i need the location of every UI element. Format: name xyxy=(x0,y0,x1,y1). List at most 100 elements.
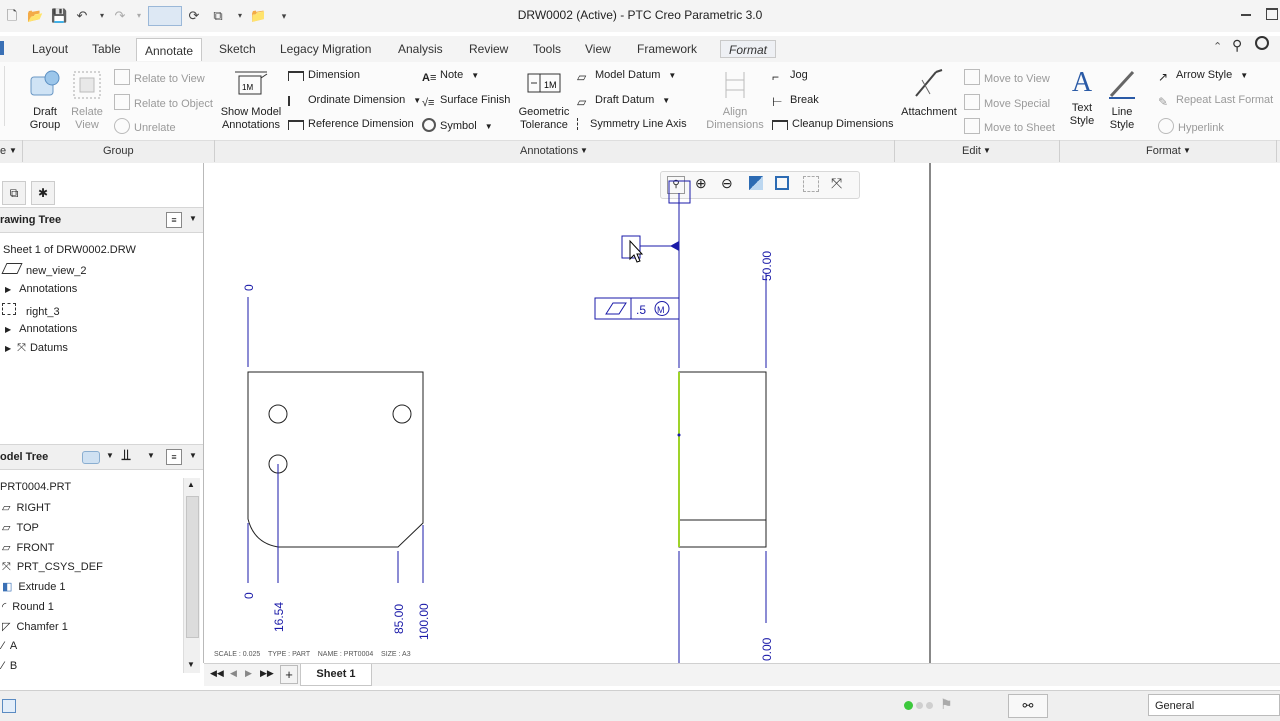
tab-table[interactable]: Table xyxy=(92,42,121,56)
dim-text-85[interactable]: 85.00 xyxy=(392,604,406,634)
tree-filter-icon[interactable]: ⫫ xyxy=(122,447,130,464)
next-sheet-icon[interactable]: ▶ xyxy=(245,668,252,679)
relate-view-button[interactable]: Relate View xyxy=(68,68,106,132)
add-sheet-icon[interactable]: + xyxy=(280,665,298,684)
model-tree-item[interactable]: ⁄ A xyxy=(0,640,17,652)
tab-analysis[interactable]: Analysis xyxy=(398,42,443,56)
repeat-last-format-button[interactable]: ✎ Repeat Last Format xyxy=(1158,94,1273,109)
model-tree-item[interactable]: ◸ Chamfer 1 xyxy=(0,620,68,633)
model-tree-item[interactable]: ▱ TOP xyxy=(0,521,39,534)
tree-settings-icon[interactable]: ≡ xyxy=(166,449,182,465)
annotations-dropdown-icon[interactable]: ▼ xyxy=(580,146,588,155)
flag-icon[interactable]: ⚑ xyxy=(940,696,953,713)
dim-text-top-left[interactable]: 0 xyxy=(242,284,256,291)
symbol-dropdown-icon[interactable]: ▼ xyxy=(485,122,493,131)
group-format-label[interactable]: Format xyxy=(1146,145,1181,157)
text-style-button[interactable]: A Text Style xyxy=(1064,66,1100,128)
move-to-view-button[interactable]: Move to View xyxy=(964,69,1050,85)
group-annotations-label[interactable]: Annotations xyxy=(520,145,578,157)
tab-sketch[interactable]: Sketch xyxy=(219,42,256,56)
model-datum-dropdown-icon[interactable]: ▼ xyxy=(668,71,676,80)
format-dropdown-icon[interactable]: ▼ xyxy=(1183,146,1191,155)
note-button[interactable]: A≡ Note ▼ xyxy=(422,69,479,86)
tree-filter-dropdown-icon[interactable]: ▼ xyxy=(147,451,155,460)
scroll-down-icon[interactable]: ▼ xyxy=(187,660,195,669)
tab-review[interactable]: Review xyxy=(469,42,508,56)
expand-arrow-icon[interactable]: ▶ xyxy=(5,325,11,334)
front-view[interactable] xyxy=(247,371,424,548)
expand-arrow-icon[interactable]: ▶ xyxy=(5,285,11,294)
show-model-annotations-button[interactable]: 1M Show Model Annotations xyxy=(220,68,282,132)
dim-text-16-54[interactable]: 16.54 xyxy=(272,602,286,632)
prev-sheet-icon[interactable]: ◀ xyxy=(230,668,237,679)
dim-text-100[interactable]: 100.00 xyxy=(417,603,431,640)
attachment-button[interactable]: Attachment xyxy=(900,66,958,119)
tree-item-annotations[interactable]: ▶ Annotations xyxy=(5,283,77,295)
note-dropdown-icon[interactable]: ▼ xyxy=(471,71,479,80)
relate-to-view-button[interactable]: Relate to View xyxy=(114,69,205,85)
edit-dropdown-icon[interactable]: ▼ xyxy=(983,146,991,155)
arrow-style-dropdown-icon[interactable]: ▼ xyxy=(1240,71,1248,80)
tab-annotate[interactable]: Annotate xyxy=(136,38,203,61)
scroll-up-icon[interactable]: ▲ xyxy=(187,480,195,489)
ordinate-dimension-dropdown-icon[interactable]: ▼ xyxy=(413,96,421,105)
align-dimensions-button[interactable]: Align Dimensions xyxy=(704,68,766,132)
scrollbar-thumb[interactable] xyxy=(186,496,199,638)
symbol-button[interactable]: Symbol ▼ xyxy=(422,118,493,132)
collapse-ribbon-icon[interactable]: ⌃ xyxy=(1213,40,1222,53)
unrelate-button[interactable]: Unrelate xyxy=(114,118,176,134)
draft-datum-button[interactable]: ▱ Draft Datum ▼ xyxy=(577,94,670,109)
tree-settings-dropdown-icon[interactable]: ▼ xyxy=(189,214,197,223)
folder-browser-icon[interactable]: ✱ xyxy=(31,181,55,205)
hyperlink-button[interactable]: Hyperlink xyxy=(1158,118,1224,134)
maximize-icon[interactable] xyxy=(1266,8,1278,20)
show-dropdown-icon[interactable]: ▼ xyxy=(106,451,114,460)
file-menu-edge[interactable] xyxy=(0,41,4,55)
draft-group-button[interactable]: Draft Group xyxy=(26,68,64,132)
search-icon[interactable]: ⚲ xyxy=(1232,37,1242,54)
group-edit-label[interactable]: Edit xyxy=(962,145,981,157)
move-special-button[interactable]: Move Special xyxy=(964,94,1050,110)
relate-to-object-button[interactable]: Relate to Object xyxy=(114,94,213,110)
tree-item-annotations[interactable]: ▶ Annotations xyxy=(5,323,77,335)
layer-tree-icon[interactable]: ⧉ xyxy=(2,181,26,205)
tab-format[interactable]: Format xyxy=(720,40,777,58)
surface-finish-button[interactable]: √≡ Surface Finish xyxy=(422,94,510,111)
model-tree-item[interactable]: ▱ FRONT xyxy=(0,541,54,554)
dim-text-0-right[interactable]: 0.00 xyxy=(760,637,774,661)
cleanup-dimensions-button[interactable]: Cleanup Dimensions xyxy=(772,118,894,130)
model-tree-item[interactable]: ⤧ PRT_CSYS_DEF xyxy=(0,561,103,574)
message-log-icon[interactable] xyxy=(2,699,16,713)
jog-button[interactable]: ⌐ Jog xyxy=(772,69,808,84)
model-tree-item[interactable]: ▱ RIGHT xyxy=(0,501,51,514)
draft-datum-dropdown-icon[interactable]: ▼ xyxy=(662,96,670,105)
model-tree-item[interactable]: ⁄ B xyxy=(0,660,17,672)
last-sheet-icon[interactable]: ▶▶ xyxy=(260,668,274,679)
drawing-canvas[interactable]: ⚲ ⊕ ⊖ ⤧ .5 M 0 0 16.54 85.00 100.00 50.0… xyxy=(204,163,1280,663)
ordinate-dimension-button[interactable]: Ordinate Dimension ▼ xyxy=(288,94,421,106)
dim-text-50[interactable]: 50.00 xyxy=(760,251,774,281)
group-clipped-label[interactable]: e xyxy=(0,145,6,157)
dimension-button[interactable]: Dimension xyxy=(288,69,360,81)
model-tree-root[interactable]: PRT0004.PRT xyxy=(0,481,71,493)
tab-legacy-migration[interactable]: Legacy Migration xyxy=(280,42,371,56)
dim-text-0[interactable]: 0 xyxy=(242,592,256,599)
help-icon[interactable] xyxy=(1255,36,1269,50)
move-to-sheet-button[interactable]: Move to Sheet xyxy=(964,118,1055,134)
first-sheet-icon[interactable]: ◀◀ xyxy=(210,668,224,679)
selection-filter-select[interactable]: General xyxy=(1148,694,1280,716)
line-style-button[interactable]: Line Style xyxy=(1104,66,1140,132)
tab-layout[interactable]: Layout xyxy=(32,42,68,56)
group-clipped-dropdown-icon[interactable]: ▼ xyxy=(9,146,17,155)
geometric-tolerance-button[interactable]: 1M Geometric Tolerance xyxy=(516,68,572,132)
tree-item-datums[interactable]: ▶ ⤧ Datums xyxy=(5,342,68,355)
model-datum-button[interactable]: ▱ Model Datum ▼ xyxy=(577,69,676,84)
model-tree-scrollbar[interactable]: ▲ ▼ xyxy=(183,478,200,673)
model-tree-item[interactable]: ◜ Round 1 xyxy=(0,600,54,613)
reference-dimension-button[interactable]: Reference Dimension xyxy=(288,118,414,130)
tab-framework[interactable]: Framework xyxy=(637,42,697,56)
tab-tools[interactable]: Tools xyxy=(533,42,561,56)
tree-item-view[interactable]: new_view_2 xyxy=(0,263,87,277)
tree-settings-dropdown-icon[interactable]: ▼ xyxy=(189,451,197,460)
tab-view[interactable]: View xyxy=(585,42,611,56)
